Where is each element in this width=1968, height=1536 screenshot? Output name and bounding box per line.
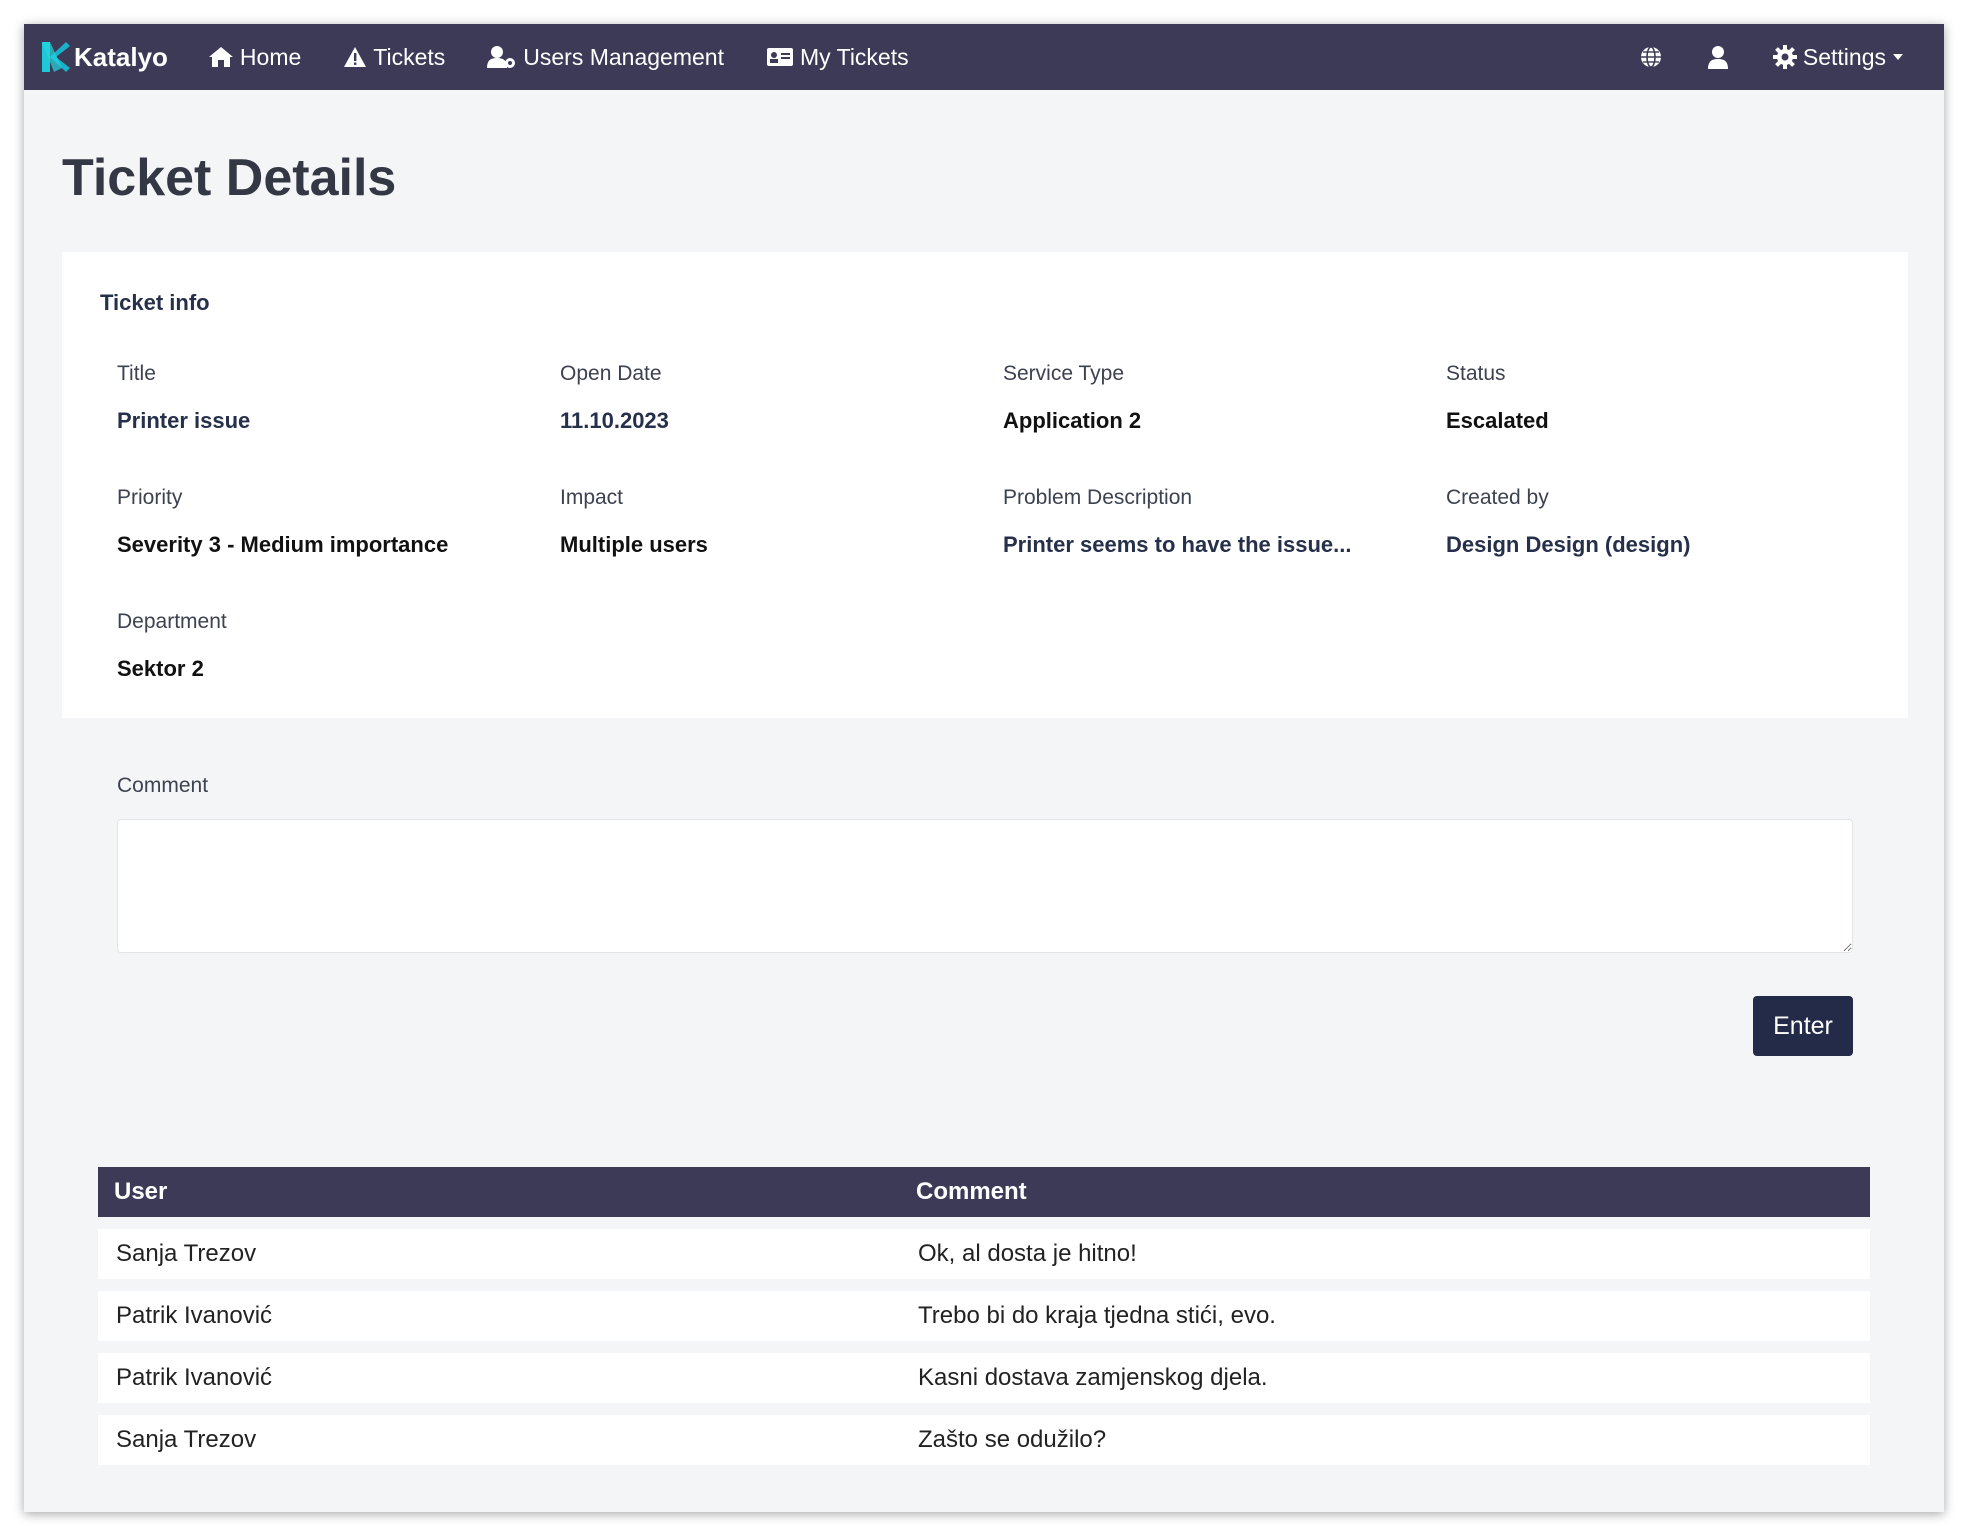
gear-icon: [1772, 45, 1797, 69]
cell-comment: Zašto se odužilo?: [918, 1426, 1107, 1453]
table-row[interactable]: Sanja Trezov Ok, al dosta je hitno!: [98, 1229, 1870, 1279]
user-profile-button[interactable]: [1707, 45, 1735, 69]
language-button[interactable]: [1639, 45, 1669, 69]
cell-comment: Trebo bi do kraja tjedna stići, evo.: [918, 1302, 1276, 1329]
table-header: User Comment: [98, 1167, 1870, 1217]
warning-icon: [344, 47, 367, 67]
user-cog-icon: [487, 46, 516, 68]
field-department-value: Sektor 2: [117, 656, 204, 681]
nav-tickets[interactable]: Tickets: [343, 44, 445, 71]
field-service-type-label: Service Type: [1003, 362, 1125, 385]
nav-my-tickets[interactable]: My Tickets: [766, 44, 909, 71]
cell-comment: Ok, al dosta je hitno!: [918, 1240, 1137, 1267]
field-created-by: Created by Design Design (design): [1446, 486, 1866, 558]
nav-home-label: Home: [239, 43, 302, 70]
brand-logo[interactable]: Katalyo: [40, 40, 168, 74]
field-created-by-label: Created by: [1446, 486, 1549, 509]
comments-table: User Comment Sanja Trezov Ok, al dosta j…: [98, 1167, 1870, 1465]
column-header-user[interactable]: User: [98, 1178, 916, 1206]
field-priority-label: Priority: [117, 486, 183, 509]
field-problem-description: Problem Description Printer seems to hav…: [1003, 486, 1423, 558]
ticket-info-heading: Ticket info: [100, 290, 210, 315]
cell-comment: Kasni dostava zamjenskog djela.: [918, 1364, 1268, 1391]
comment-textarea[interactable]: [117, 819, 1853, 953]
globe-icon: [1640, 46, 1661, 68]
field-title: Title Printer issue: [117, 362, 537, 434]
field-impact-label: Impact: [560, 486, 624, 509]
katalyo-logo-icon: [42, 42, 70, 72]
id-card-icon: [766, 48, 793, 66]
settings-label: Settings: [1802, 43, 1886, 70]
settings-dropdown[interactable]: Settings: [1772, 43, 1910, 71]
nav-right-group: Settings: [1601, 44, 1910, 71]
nav-home[interactable]: Home: [208, 44, 301, 71]
table-row[interactable]: Patrik Ivanović Kasni dostava zamjenskog…: [98, 1353, 1870, 1403]
ticket-info-card: Ticket info Title Printer issue Open Dat…: [62, 252, 1908, 718]
cell-user: Patrik Ivanović: [116, 1302, 273, 1329]
caret-down-icon: [1893, 54, 1903, 60]
field-created-by-value: Design Design (design): [1446, 532, 1691, 557]
field-service-type-value: Application 2: [1003, 408, 1142, 433]
nav-users-management[interactable]: Users Management: [487, 44, 724, 71]
field-department: Department Sektor 2: [117, 610, 537, 682]
field-service-type: Service Type Application 2: [1003, 362, 1423, 434]
field-priority-value: Severity 3 - Medium importance: [117, 532, 449, 557]
cell-user: Patrik Ivanović: [116, 1364, 273, 1391]
field-title-value: Printer issue: [117, 408, 251, 433]
page-title: Ticket Details: [62, 149, 397, 207]
field-problem-description-value: Printer seems to have the issue...: [1003, 532, 1352, 557]
nav-users-management-label: Users Management: [523, 43, 724, 70]
field-open-date-value: 11.10.2023: [560, 408, 669, 433]
enter-button[interactable]: Enter: [1753, 996, 1853, 1056]
field-problem-description-label: Problem Description: [1003, 486, 1193, 509]
field-priority: Priority Severity 3 - Medium importance: [117, 486, 537, 558]
field-impact: Impact Multiple users: [560, 486, 980, 558]
column-header-comment[interactable]: Comment: [916, 1178, 1870, 1206]
nav-tickets-label: Tickets: [373, 43, 446, 70]
field-status-label: Status: [1446, 362, 1506, 385]
app-window: Katalyo Home Tickets Users Management My…: [24, 24, 1944, 1512]
field-department-label: Department: [117, 610, 227, 633]
field-title-label: Title: [117, 362, 156, 385]
cell-user: Sanja Trezov: [116, 1240, 257, 1267]
field-impact-value: Multiple users: [560, 532, 708, 557]
field-open-date-label: Open Date: [560, 362, 662, 385]
brand-name: Katalyo: [74, 41, 168, 72]
comment-label: Comment: [117, 774, 209, 797]
field-status: Status Escalated: [1446, 362, 1866, 434]
cell-user: Sanja Trezov: [116, 1426, 257, 1453]
table-row[interactable]: Patrik Ivanović Trebo bi do kraja tjedna…: [98, 1291, 1870, 1341]
nav-my-tickets-label: My Tickets: [799, 43, 909, 70]
field-open-date: Open Date 11.10.2023: [560, 362, 980, 434]
table-row[interactable]: Sanja Trezov Zašto se odužilo?: [98, 1415, 1870, 1465]
user-icon: [1707, 46, 1728, 69]
top-navbar: Katalyo Home Tickets Users Management My…: [24, 24, 1944, 90]
field-status-value: Escalated: [1446, 408, 1549, 433]
home-icon: [208, 47, 233, 67]
